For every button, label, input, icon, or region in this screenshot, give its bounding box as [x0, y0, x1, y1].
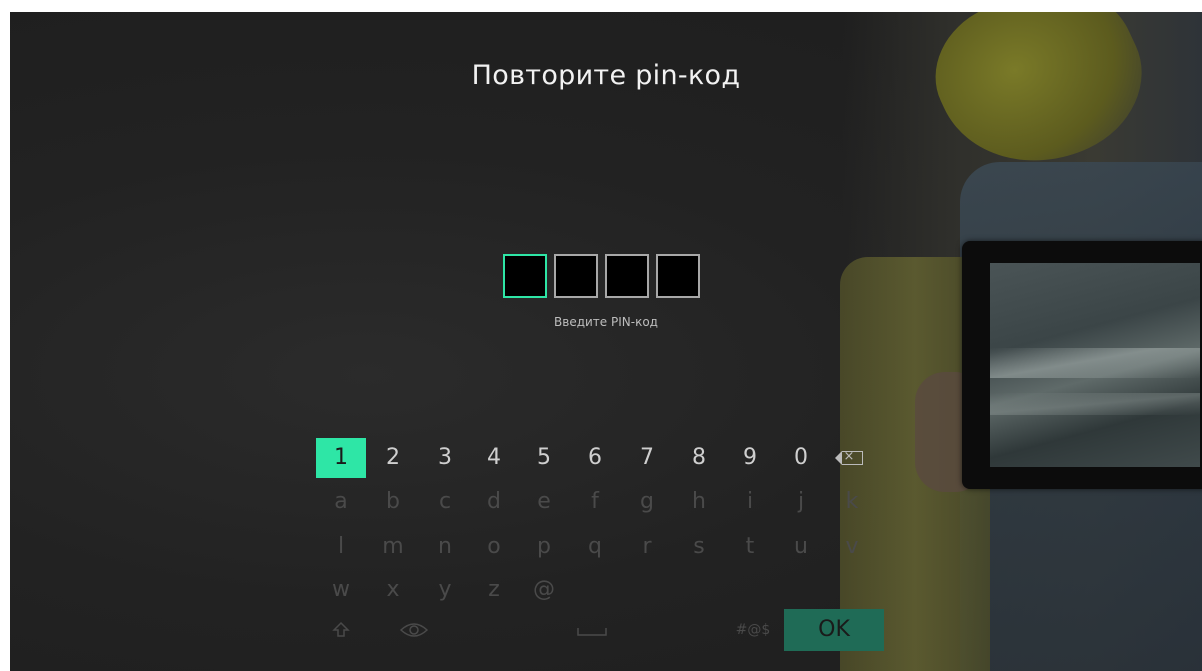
key-3[interactable]: 3 — [420, 438, 470, 478]
space-key[interactable] — [564, 610, 620, 650]
key-f[interactable]: f — [570, 482, 620, 522]
key-w[interactable]: w — [316, 570, 366, 610]
key-h[interactable]: h — [674, 482, 724, 522]
key-g[interactable]: g — [622, 482, 672, 522]
key-5[interactable]: 5 — [519, 438, 569, 478]
key-u[interactable]: u — [776, 527, 826, 567]
key-0[interactable]: 0 — [776, 438, 826, 478]
shift-icon — [332, 621, 350, 637]
space-icon — [577, 628, 607, 636]
key-4[interactable]: 4 — [469, 438, 519, 478]
pin-digit-box-1[interactable] — [503, 254, 547, 298]
key-t[interactable]: t — [725, 527, 775, 567]
key-1[interactable]: 1 — [316, 438, 366, 478]
pin-digit-box-2[interactable] — [554, 254, 598, 298]
page-title: Повторите pin-код — [471, 60, 741, 91]
pin-digit-box-3[interactable] — [605, 254, 649, 298]
backspace-icon: × — [834, 449, 863, 465]
key-z[interactable]: z — [469, 570, 519, 610]
key-v[interactable]: v — [827, 527, 877, 567]
key-y[interactable]: y — [420, 570, 470, 610]
backspace-key[interactable]: × — [827, 438, 877, 478]
pin-input[interactable] — [503, 254, 700, 298]
key-6[interactable]: 6 — [570, 438, 620, 478]
key-n[interactable]: n — [420, 527, 470, 567]
symbols-key[interactable]: #@$ — [728, 610, 778, 650]
key-i[interactable]: i — [725, 482, 775, 522]
key-b[interactable]: b — [368, 482, 418, 522]
key-m[interactable]: m — [368, 527, 418, 567]
key-q[interactable]: q — [570, 527, 620, 567]
key-r[interactable]: r — [622, 527, 672, 567]
key-9[interactable]: 9 — [725, 438, 775, 478]
key-d[interactable]: d — [469, 482, 519, 522]
key-at[interactable]: @ — [519, 570, 569, 610]
key-j[interactable]: j — [776, 482, 826, 522]
tablet-screen-image — [990, 263, 1200, 467]
key-7[interactable]: 7 — [622, 438, 672, 478]
key-l[interactable]: l — [316, 527, 366, 567]
background-tablet — [962, 241, 1202, 489]
key-e[interactable]: e — [519, 482, 569, 522]
pin-digit-box-4[interactable] — [656, 254, 700, 298]
ok-button[interactable]: OK — [784, 609, 884, 651]
pin-screen: Повторите pin-код Введите PIN-код 1 2 3 … — [10, 12, 1202, 671]
key-8[interactable]: 8 — [674, 438, 724, 478]
show-password-key[interactable] — [389, 610, 439, 650]
key-s[interactable]: s — [674, 527, 724, 567]
pin-hint: Введите PIN-код — [554, 315, 658, 329]
key-2[interactable]: 2 — [368, 438, 418, 478]
key-x[interactable]: x — [368, 570, 418, 610]
key-c[interactable]: c — [420, 482, 470, 522]
key-a[interactable]: a — [316, 482, 366, 522]
key-k[interactable]: k — [827, 482, 877, 522]
key-p[interactable]: p — [519, 527, 569, 567]
key-o[interactable]: o — [469, 527, 519, 567]
eye-icon — [399, 623, 429, 637]
shift-key[interactable] — [316, 610, 366, 650]
